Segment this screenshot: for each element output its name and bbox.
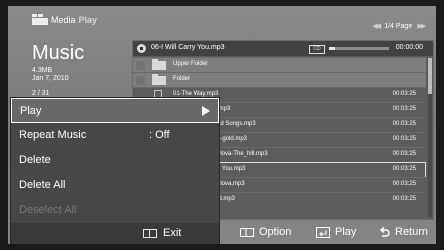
exit-remote-icon — [143, 229, 157, 238]
legend-option-label: Option — [259, 226, 292, 238]
row-name: glova-The_hill.mp3 — [217, 151, 268, 157]
playback-time: 00:00:00 — [395, 44, 423, 51]
menu-exit-bar[interactable]: Exit — [11, 223, 219, 244]
menu-item-label: Delete All — [19, 179, 66, 191]
playback-progress — [329, 47, 389, 50]
row-name: a-gold.mp3 — [217, 136, 248, 142]
section-title: Music — [32, 42, 85, 64]
row-name: Folder — [173, 76, 191, 82]
row-name: ad Songs.mp3 — [217, 121, 256, 127]
stop-icon — [137, 44, 146, 53]
list-scrollbar[interactable] — [428, 58, 432, 217]
row-duration: 00:03:25 — [392, 151, 416, 157]
row-checkbox[interactable] — [136, 76, 145, 85]
item-counter: 2 / 31 — [32, 90, 50, 97]
menu-item-value: : Off — [149, 129, 170, 141]
tools-popup-menu: Play Repeat Music : Off Delete Delete All Des… — [10, 97, 220, 244]
next-page-icon[interactable]: ▶▶ — [417, 22, 426, 30]
row-duration: 00:03:25 — [392, 196, 416, 202]
menu-item-label: Deselect All — [19, 204, 77, 216]
file-date: Jan 7, 2010 — [32, 75, 69, 82]
page-indicator: 1/4 Page — [384, 22, 413, 30]
brand-sub-text: Play — [78, 14, 98, 25]
menu-item-delete[interactable]: Delete — [11, 148, 219, 173]
legend-return-label: Return — [395, 226, 429, 238]
menu-item-label: Delete — [19, 154, 51, 166]
legend-return[interactable]: Return — [380, 226, 428, 238]
media-play-logo: Media Play — [32, 14, 97, 25]
submenu-arrow-icon — [202, 106, 210, 116]
tools-remote-icon — [240, 227, 254, 237]
page-navigation: ◀◀ 1/4 Page ▶▶ — [372, 22, 426, 31]
menu-item-delete-all[interactable]: Delete All — [11, 173, 219, 198]
menu-item-deselect-all: Deselect All — [11, 198, 219, 223]
enter-icon — [316, 226, 330, 238]
menu-item-label: Play — [20, 105, 42, 117]
legend-play[interactable]: Play — [316, 226, 356, 238]
row-duration: 00:03:25 — [392, 121, 416, 127]
button-legend: Option Play Return — [240, 226, 436, 242]
row-name: u You.mp3 — [217, 166, 246, 172]
row-duration: 00:03:25 — [392, 91, 416, 97]
row-duration: 00:03:25 — [392, 166, 416, 172]
legend-play-label: Play — [335, 226, 357, 238]
playback-progress-fill — [329, 47, 335, 50]
menu-item-play[interactable]: Play — [11, 98, 219, 123]
file-size: 4.3MB — [32, 67, 53, 74]
menu-item-label: Repeat Music — [19, 129, 87, 141]
folder-icon — [152, 59, 166, 70]
row-checkbox[interactable] — [136, 61, 145, 70]
cd-badge: CD — [309, 45, 325, 54]
row-duration: 00:03:25 — [392, 136, 416, 142]
row-name: Upper Folder — [173, 61, 209, 67]
now-playing-title: 06-I Will Carry You.mp3 — [151, 44, 225, 51]
media-play-screen: Media Play Music 4.3MB Jan 7, 2010 2 / 3… — [8, 6, 436, 244]
folder-row[interactable]: Upper Folder — [133, 57, 426, 73]
scrollbar-thumb[interactable] — [428, 58, 432, 94]
menu-item-repeat-music[interactable]: Repeat Music : Off — [11, 123, 219, 148]
prev-page-icon[interactable]: ◀◀ — [372, 22, 381, 30]
exit-label: Exit — [163, 227, 182, 239]
return-arrow-icon — [380, 227, 390, 237]
media-play-icon — [32, 14, 48, 25]
now-playing-bar: 06-I Will Carry You.mp3 CD 00:00:00 — [133, 41, 433, 56]
row-duration: 00:03:25 — [392, 106, 416, 112]
legend-option[interactable]: Option — [240, 226, 291, 238]
row-duration: 00:03:25 — [392, 181, 416, 187]
folder-icon — [152, 74, 166, 85]
folder-row[interactable]: Folder — [133, 72, 426, 88]
brand-main-text: Media — [51, 14, 76, 25]
row-name: glova.mp3 — [217, 181, 245, 187]
